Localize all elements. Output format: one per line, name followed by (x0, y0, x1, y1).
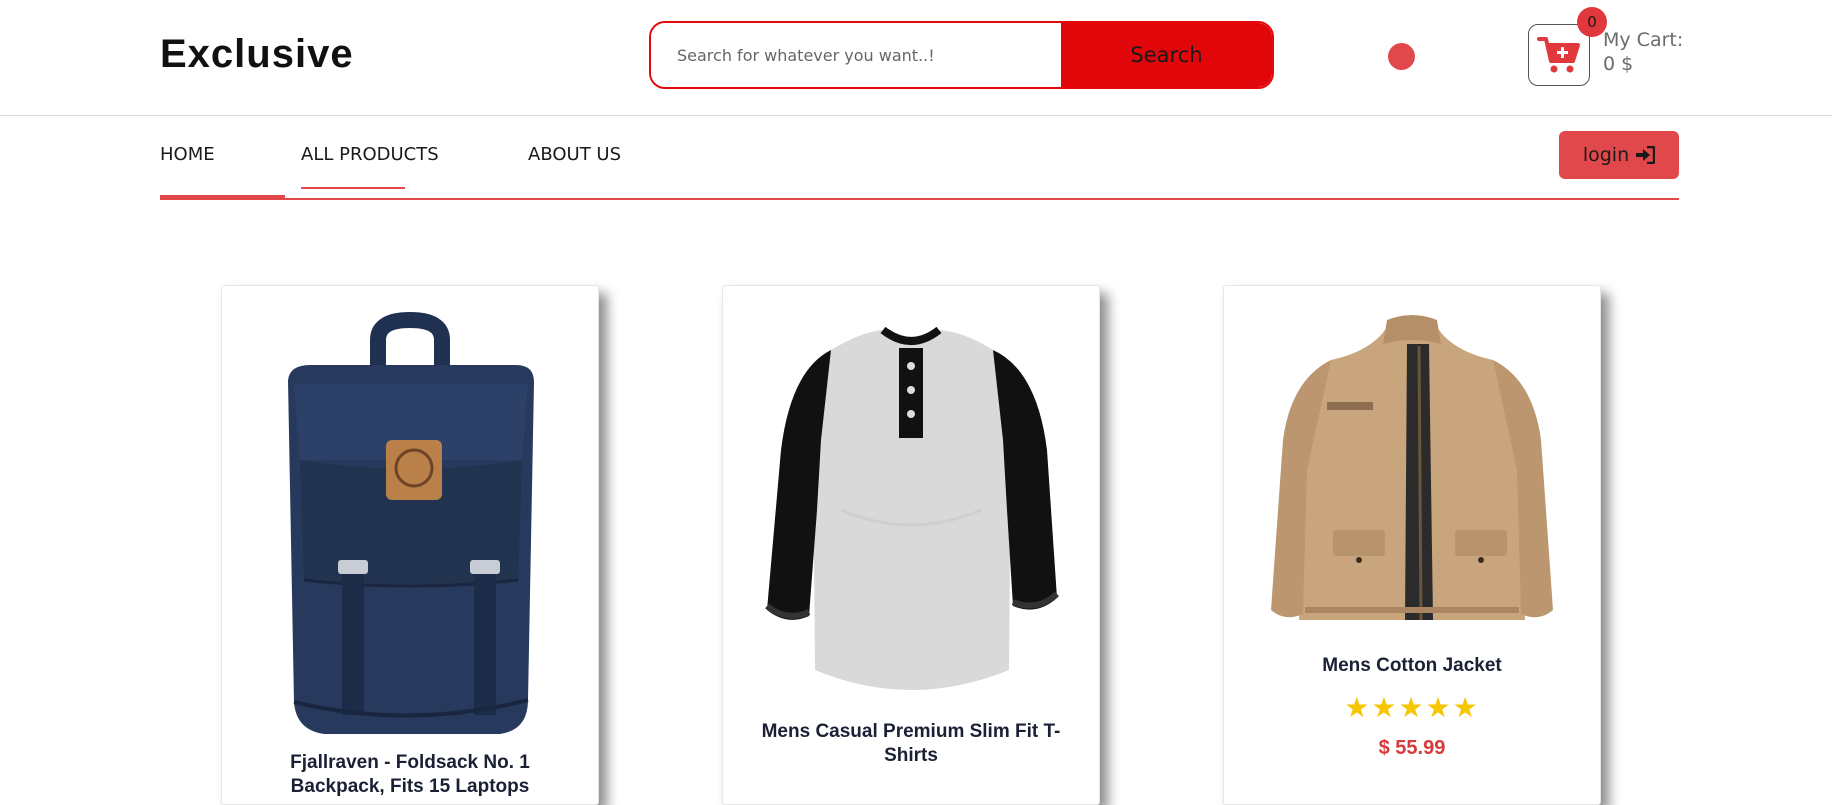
tshirt-image[interactable] (723, 310, 1099, 730)
cart-icon (1537, 37, 1580, 73)
star-icon: ★ (1398, 691, 1426, 724)
nav-item-about-us[interactable]: ABOUT US (528, 144, 621, 165)
sign-in-icon (1636, 146, 1656, 164)
site-header: Exclusive Search 0 My Cart: 0 $ (0, 0, 1832, 116)
cart-button[interactable] (1528, 24, 1590, 86)
star-icon: ★ (1344, 691, 1372, 724)
main-nav: HOME ALL PRODUCTS ABOUT US login (160, 116, 1679, 200)
status-dot[interactable] (1388, 43, 1415, 70)
hover-nav-indicator (301, 187, 405, 189)
rating-stars: ★★★★★ (1224, 691, 1600, 724)
cart-label: My Cart: (1603, 29, 1684, 51)
search-input[interactable] (651, 23, 1061, 87)
star-icon: ★ (1425, 691, 1453, 724)
login-label: login (1582, 144, 1630, 166)
active-nav-indicator (160, 195, 285, 198)
cart-summary[interactable]: My Cart: 0 $ (1603, 28, 1683, 76)
jacket-image[interactable] (1224, 310, 1600, 640)
backpack-image[interactable] (222, 310, 598, 746)
star-icon: ★ (1452, 691, 1480, 724)
product-card[interactable]: Mens Cotton Jacket ★★★★★ $ 55.99 (1223, 285, 1601, 805)
product-price: $ 55.99 (1378, 737, 1446, 759)
logo[interactable]: Exclusive (160, 32, 354, 77)
product-title[interactable]: Mens Casual Premium Slim Fit T-Shirts (743, 720, 1079, 768)
product-title[interactable]: Mens Cotton Jacket (1244, 654, 1580, 678)
nav-item-all-products[interactable]: ALL PRODUCTS (301, 144, 439, 165)
nav-item-home[interactable]: HOME (160, 144, 215, 165)
product-card[interactable]: Fjallraven - Foldsack No. 1 Backpack, Fi… (221, 285, 599, 805)
cart-total: 0 $ (1603, 53, 1634, 75)
search-bar: Search (649, 21, 1274, 89)
login-button[interactable]: login (1559, 131, 1679, 179)
product-title[interactable]: Fjallraven - Foldsack No. 1 Backpack, Fi… (242, 751, 578, 799)
star-icon: ★ (1371, 691, 1399, 724)
product-card[interactable]: Mens Casual Premium Slim Fit T-Shirts (722, 285, 1100, 805)
search-button[interactable]: Search (1061, 23, 1272, 87)
